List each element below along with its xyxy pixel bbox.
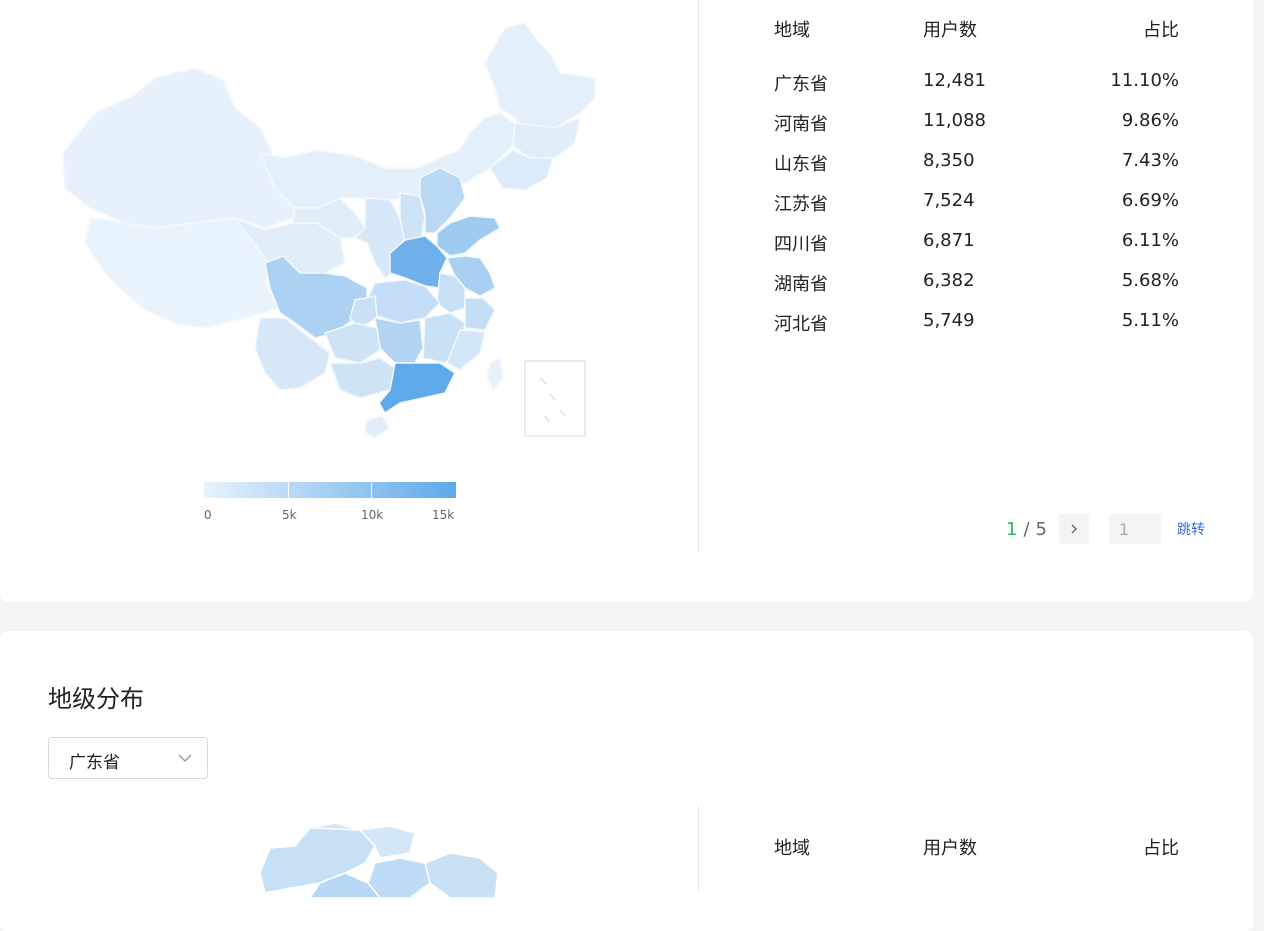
map-region-taiwan <box>486 356 504 392</box>
cell-region: 江苏省 <box>774 194 828 215</box>
header-users: 用户数 <box>923 20 977 41</box>
jump-page-input[interactable] <box>1108 514 1161 544</box>
south-china-sea-inset <box>524 360 586 437</box>
province-table: 地域 用户数 占比 广东省 12,481 11.10% 河南省 11,088 9… <box>774 16 1184 350</box>
city-table: 地域 用户数 占比 <box>774 834 1184 874</box>
cell-ratio: 11.10% <box>1110 70 1179 91</box>
cell-region: 河南省 <box>774 114 828 135</box>
cell-region: 河北省 <box>774 314 828 335</box>
cell-users: 11,088 <box>923 110 986 131</box>
province-select-value: 广东省 <box>69 753 120 773</box>
cell-users: 12,481 <box>923 70 986 91</box>
map-region-inner-mongolia <box>258 112 521 209</box>
pagination: 1 / 5 跳转 <box>1006 513 1205 545</box>
chevron-right-icon <box>1071 524 1077 534</box>
card-divider <box>698 806 699 892</box>
card-divider <box>698 0 699 552</box>
cell-users: 8,350 <box>923 150 975 171</box>
legend-label: 10k <box>361 508 384 522</box>
table-header-row: 地域 用户数 占比 <box>774 834 1184 874</box>
table-row: 河南省 11,088 9.86% <box>774 110 1184 150</box>
legend-label: 0 <box>204 508 212 522</box>
cell-region: 湖南省 <box>774 274 828 295</box>
cell-users: 5,749 <box>923 310 975 331</box>
next-page-button[interactable] <box>1058 514 1089 544</box>
cell-region: 山东省 <box>774 154 828 175</box>
map-region-xinjiang <box>62 67 296 229</box>
pagination-separator: / <box>1023 518 1030 540</box>
province-select[interactable]: 广东省 <box>48 737 208 779</box>
table-row: 湖南省 6,382 5.68% <box>774 270 1184 310</box>
cell-users: 6,382 <box>923 270 975 291</box>
header-ratio: 占比 <box>1143 20 1179 41</box>
header-users: 用户数 <box>923 838 977 859</box>
section-title: 地级分布 <box>48 685 144 713</box>
map-region-hunan <box>374 317 424 364</box>
table-row: 广东省 12,481 11.10% <box>774 70 1184 110</box>
cell-ratio: 9.86% <box>1121 110 1179 131</box>
chevron-down-icon <box>178 754 192 762</box>
table-header-row: 地域 用户数 占比 <box>774 16 1184 70</box>
cell-ratio: 6.69% <box>1121 190 1179 211</box>
legend-gradient-bar <box>204 482 456 498</box>
cell-ratio: 5.11% <box>1121 310 1179 331</box>
header-ratio: 占比 <box>1143 838 1179 859</box>
cell-users: 6,871 <box>923 230 975 251</box>
table-row: 四川省 6,871 6.11% <box>774 230 1184 270</box>
header-region: 地域 <box>774 838 810 859</box>
map-region-city <box>424 852 499 898</box>
map-region-guangxi <box>328 357 396 399</box>
legend-label: 15k <box>432 508 455 522</box>
cell-ratio: 5.68% <box>1121 270 1179 291</box>
cell-ratio: 7.43% <box>1121 150 1179 171</box>
jump-button[interactable]: 跳转 <box>1177 519 1205 539</box>
city-distribution-card <box>0 631 1253 931</box>
legend-label: 5k <box>282 508 297 522</box>
table-row: 河北省 5,749 5.11% <box>774 310 1184 350</box>
map-region-city <box>367 857 431 898</box>
guangdong-city-map <box>259 822 499 898</box>
table-row: 山东省 8,350 7.43% <box>774 150 1184 190</box>
cell-ratio: 6.11% <box>1121 230 1179 251</box>
cell-region: 四川省 <box>774 234 828 255</box>
map-legend: 0 5k 10k 15k <box>204 482 456 526</box>
china-province-map <box>62 22 596 439</box>
pagination-total: 5 <box>1035 518 1047 540</box>
cell-region: 广东省 <box>774 74 828 95</box>
map-region-hainan <box>364 415 390 439</box>
header-region: 地域 <box>774 20 810 41</box>
cell-users: 7,524 <box>923 190 975 211</box>
map-region-zhejiang <box>464 297 496 331</box>
pagination-current: 1 <box>1006 518 1018 540</box>
table-row: 江苏省 7,524 6.69% <box>774 190 1184 230</box>
